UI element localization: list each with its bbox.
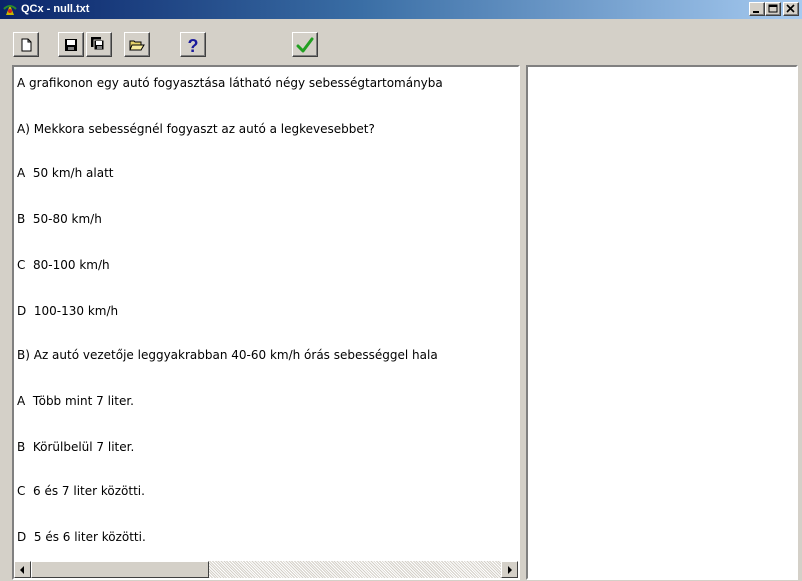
open-folder-icon (129, 40, 145, 51)
help-button[interactable]: ? (180, 32, 206, 57)
title-bar[interactable]: QCx - null.txt (0, 0, 802, 19)
editor-line: A) Mekkora sebességnél fogyaszt az autó … (17, 122, 375, 136)
save-all-button[interactable] (86, 32, 112, 57)
arrow-left-icon (20, 566, 24, 574)
editor-line: D 5 és 6 liter közötti. (17, 530, 146, 544)
new-document-icon (21, 38, 32, 52)
editor-line: A grafikonon egy autó fogyasztása láthat… (17, 76, 443, 90)
minimize-icon (753, 11, 759, 13)
save-icon (65, 39, 77, 51)
new-document-button[interactable] (13, 32, 39, 57)
close-icon (786, 4, 795, 13)
window-title: QCx - null.txt (21, 3, 90, 15)
checkmark-icon (296, 37, 314, 53)
editor-text[interactable]: A grafikonon egy autó fogyasztása láthat… (17, 67, 517, 559)
svg-text:?: ? (188, 36, 199, 54)
minimize-button[interactable] (749, 2, 765, 16)
maximize-icon (768, 4, 778, 13)
open-folder-button[interactable] (124, 32, 150, 57)
help-icon: ? (188, 36, 199, 54)
horizontal-scrollbar[interactable] (14, 561, 518, 578)
toolbar: ? (0, 19, 802, 64)
editor-line: A Több mint 7 liter. (17, 394, 134, 408)
save-all-icon (91, 37, 105, 51)
maximize-button[interactable] (765, 2, 781, 16)
arrow-right-icon (508, 566, 512, 574)
editor-line: B Körülbelül 7 liter. (17, 440, 135, 454)
editor-line: D 100-130 km/h (17, 304, 119, 318)
save-button[interactable] (58, 32, 84, 57)
scrollbar-track[interactable] (209, 561, 501, 578)
scrollbar-thumb[interactable] (31, 561, 209, 578)
preview-pane[interactable] (526, 65, 798, 580)
editor-line: B 50-80 km/h (17, 212, 102, 226)
editor-line: A 50 km/h alatt (17, 166, 114, 180)
editor-line: B) Az autó vezetője leggyakrabban 40-60 … (17, 348, 438, 362)
check-button[interactable] (292, 32, 318, 57)
scroll-right-button[interactable] (501, 561, 518, 578)
close-button[interactable] (783, 2, 799, 16)
editor-line: C 80-100 km/h (17, 258, 110, 272)
app-logo-icon (3, 5, 17, 15)
editor-line: C 6 és 7 liter közötti. (17, 484, 145, 498)
scroll-left-button[interactable] (14, 561, 31, 578)
question-text-editor[interactable]: A grafikonon egy autó fogyasztása láthat… (12, 65, 520, 580)
